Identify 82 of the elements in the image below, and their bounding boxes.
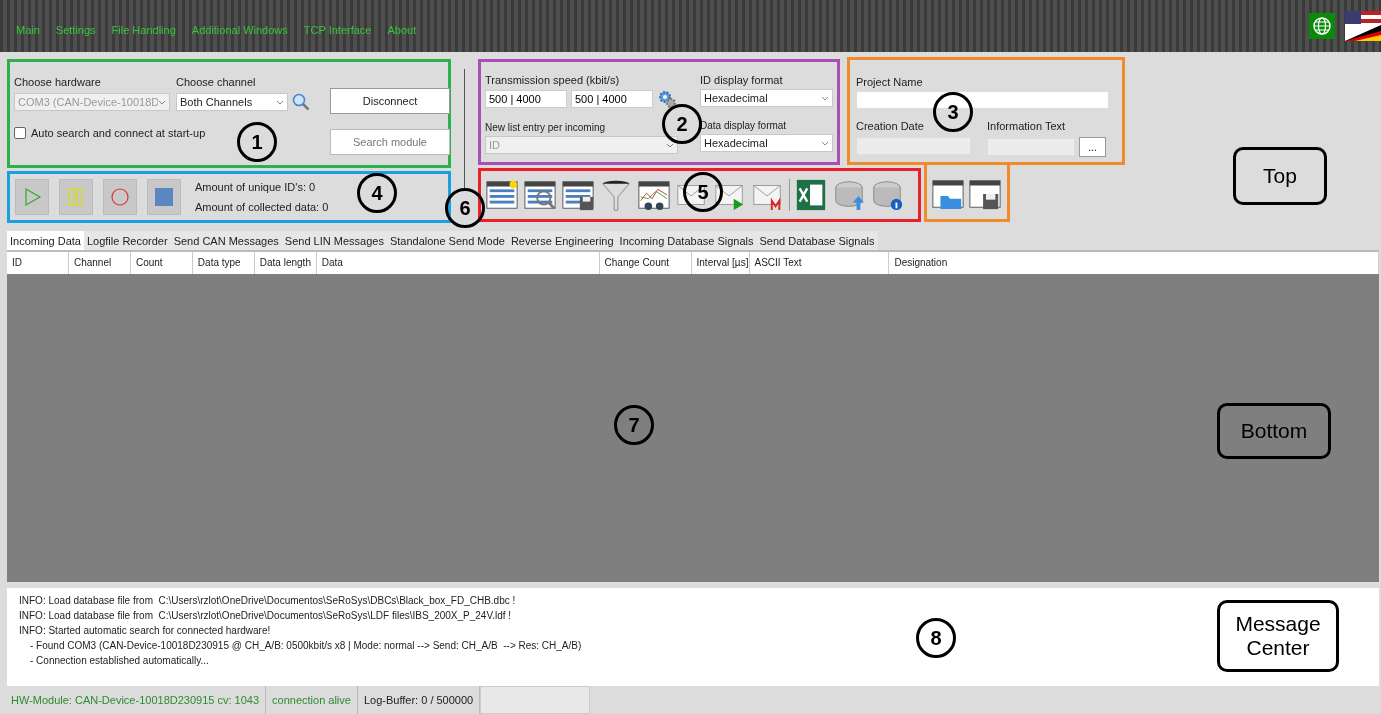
callout-number: 3 bbox=[933, 92, 973, 132]
tab[interactable]: Incoming Data bbox=[7, 231, 84, 250]
callout-number: 8 bbox=[916, 618, 956, 658]
globe-icon[interactable] bbox=[1309, 13, 1335, 39]
stop-icon bbox=[154, 187, 174, 207]
column-header[interactable]: Interval [µs] bbox=[691, 252, 750, 274]
caret-icon bbox=[821, 140, 829, 146]
field-label: Transmission speed (kbit/s) bbox=[485, 74, 621, 86]
spreadsheet-icon[interactable] bbox=[794, 178, 828, 212]
callout-label: Message Center bbox=[1217, 600, 1339, 672]
field-label: Choose hardware bbox=[14, 76, 102, 88]
id-format-dropdown[interactable]: Hexadecimal bbox=[700, 89, 833, 107]
save-list-icon[interactable] bbox=[561, 178, 595, 212]
menu-item[interactable]: Settings bbox=[55, 24, 96, 36]
field-label: Data display format bbox=[700, 120, 788, 131]
tab[interactable]: Incoming Database Signals bbox=[616, 231, 757, 250]
checkbox-label: Auto search and connect at start-up bbox=[31, 127, 206, 139]
column-header[interactable]: Change Count bbox=[599, 252, 692, 274]
caret-icon bbox=[821, 95, 829, 101]
speed-field[interactable]: 500 | 4000 bbox=[571, 90, 653, 108]
menu-item[interactable]: File Handling bbox=[111, 24, 176, 36]
search-icon[interactable] bbox=[292, 93, 310, 111]
tab[interactable]: Reverse Engineering bbox=[507, 231, 617, 250]
column-header[interactable]: Designation bbox=[889, 252, 1379, 274]
pause-icon bbox=[66, 187, 86, 207]
menu-item[interactable]: Main bbox=[16, 24, 40, 36]
log-message: - Connection established automatically... bbox=[30, 653, 209, 668]
data-format-dropdown[interactable]: Hexadecimal bbox=[700, 134, 833, 152]
column-header[interactable]: Channel bbox=[68, 252, 131, 274]
checkbox[interactable] bbox=[14, 127, 26, 139]
log-message: INFO: Started automatic search for connected hardware! bbox=[19, 623, 271, 638]
more-button[interactable]: ... bbox=[1079, 137, 1106, 157]
database-info-icon[interactable] bbox=[870, 178, 904, 212]
unique-id-count: Amount of unique ID's: 0 bbox=[195, 181, 317, 193]
log-message: - Found COM3 (CAN-Device-10018D230915 @ CH_A/B: 0500kbit/s x8 | Mode: normal --> Send: CH_A/B --> Res: CH_A/B) bbox=[30, 638, 582, 653]
new-list-icon[interactable] bbox=[485, 178, 519, 212]
tab[interactable]: Send LIN Messages bbox=[281, 231, 387, 250]
tab[interactable]: Send CAN Messages bbox=[170, 231, 282, 250]
log-message: INFO: Load database file from C:\Users\rzlot\OneDrive\Documentos\SeRoSys\LDF files\IBS_200X_P_24V.ldf ! bbox=[19, 608, 512, 623]
callout-number: 6 bbox=[445, 188, 485, 228]
caret-icon bbox=[666, 142, 674, 148]
column-header[interactable]: Data bbox=[316, 252, 600, 274]
field-label: ID display format bbox=[700, 74, 784, 86]
column-header[interactable]: ID bbox=[7, 252, 69, 274]
field-label: Creation Date bbox=[856, 120, 925, 132]
field-label: Information Text bbox=[987, 120, 1067, 132]
field-label: Project Name bbox=[856, 76, 924, 88]
tab[interactable]: Logfile Recorder bbox=[83, 231, 171, 250]
tab[interactable]: Standalone Send Mode bbox=[386, 231, 508, 250]
menu-item[interactable]: About bbox=[387, 24, 417, 36]
column-header[interactable]: Data length bbox=[254, 252, 317, 274]
callout-number: 7 bbox=[614, 405, 654, 445]
caret-icon bbox=[276, 99, 284, 105]
chart-binoculars-icon[interactable] bbox=[637, 178, 671, 212]
search-list-icon[interactable] bbox=[523, 178, 557, 212]
field-label: Choose channel bbox=[176, 76, 257, 88]
collected-data-count: Amount of collected data: 0 bbox=[195, 201, 329, 213]
menu-item[interactable]: TCP Interface bbox=[303, 24, 372, 36]
circle-icon bbox=[110, 187, 130, 207]
callout-label: Top bbox=[1233, 147, 1327, 205]
channel-dropdown[interactable]: Both Channels bbox=[176, 93, 288, 111]
callout-label: Bottom bbox=[1217, 403, 1331, 459]
menu-item[interactable]: Additional Windows bbox=[191, 24, 288, 36]
flag-icon[interactable] bbox=[1345, 11, 1381, 41]
tab[interactable]: Send Database Signals bbox=[756, 231, 878, 250]
field-label: New list entry per incoming bbox=[485, 122, 607, 133]
gear-icon[interactable] bbox=[657, 89, 677, 109]
speed-field[interactable]: 500 | 4000 bbox=[485, 90, 567, 108]
caret-icon bbox=[158, 99, 166, 105]
column-header[interactable]: Count bbox=[130, 252, 193, 274]
play-icon bbox=[22, 187, 42, 207]
log-message: INFO: Load database file from C:\Users\rzlot\OneDrive\Documentos\SeRoSys\DBCs\Black_box_FD_CHB.dbc ! bbox=[19, 593, 516, 608]
record-button[interactable] bbox=[103, 179, 137, 215]
status-text: HW-Module: CAN-Device-10018D230915 cv: 1043 bbox=[5, 686, 267, 714]
callout-number: 4 bbox=[357, 173, 397, 213]
column-header[interactable]: Data type bbox=[192, 252, 255, 274]
callout-number: 5 bbox=[683, 172, 723, 212]
callout-number: 2 bbox=[662, 104, 702, 144]
callout-number: 1 bbox=[237, 122, 277, 162]
column-header[interactable]: ASCII Text bbox=[749, 252, 890, 274]
connect-button[interactable]: Disconnect bbox=[330, 88, 450, 114]
status-text: connection alive bbox=[266, 686, 358, 714]
